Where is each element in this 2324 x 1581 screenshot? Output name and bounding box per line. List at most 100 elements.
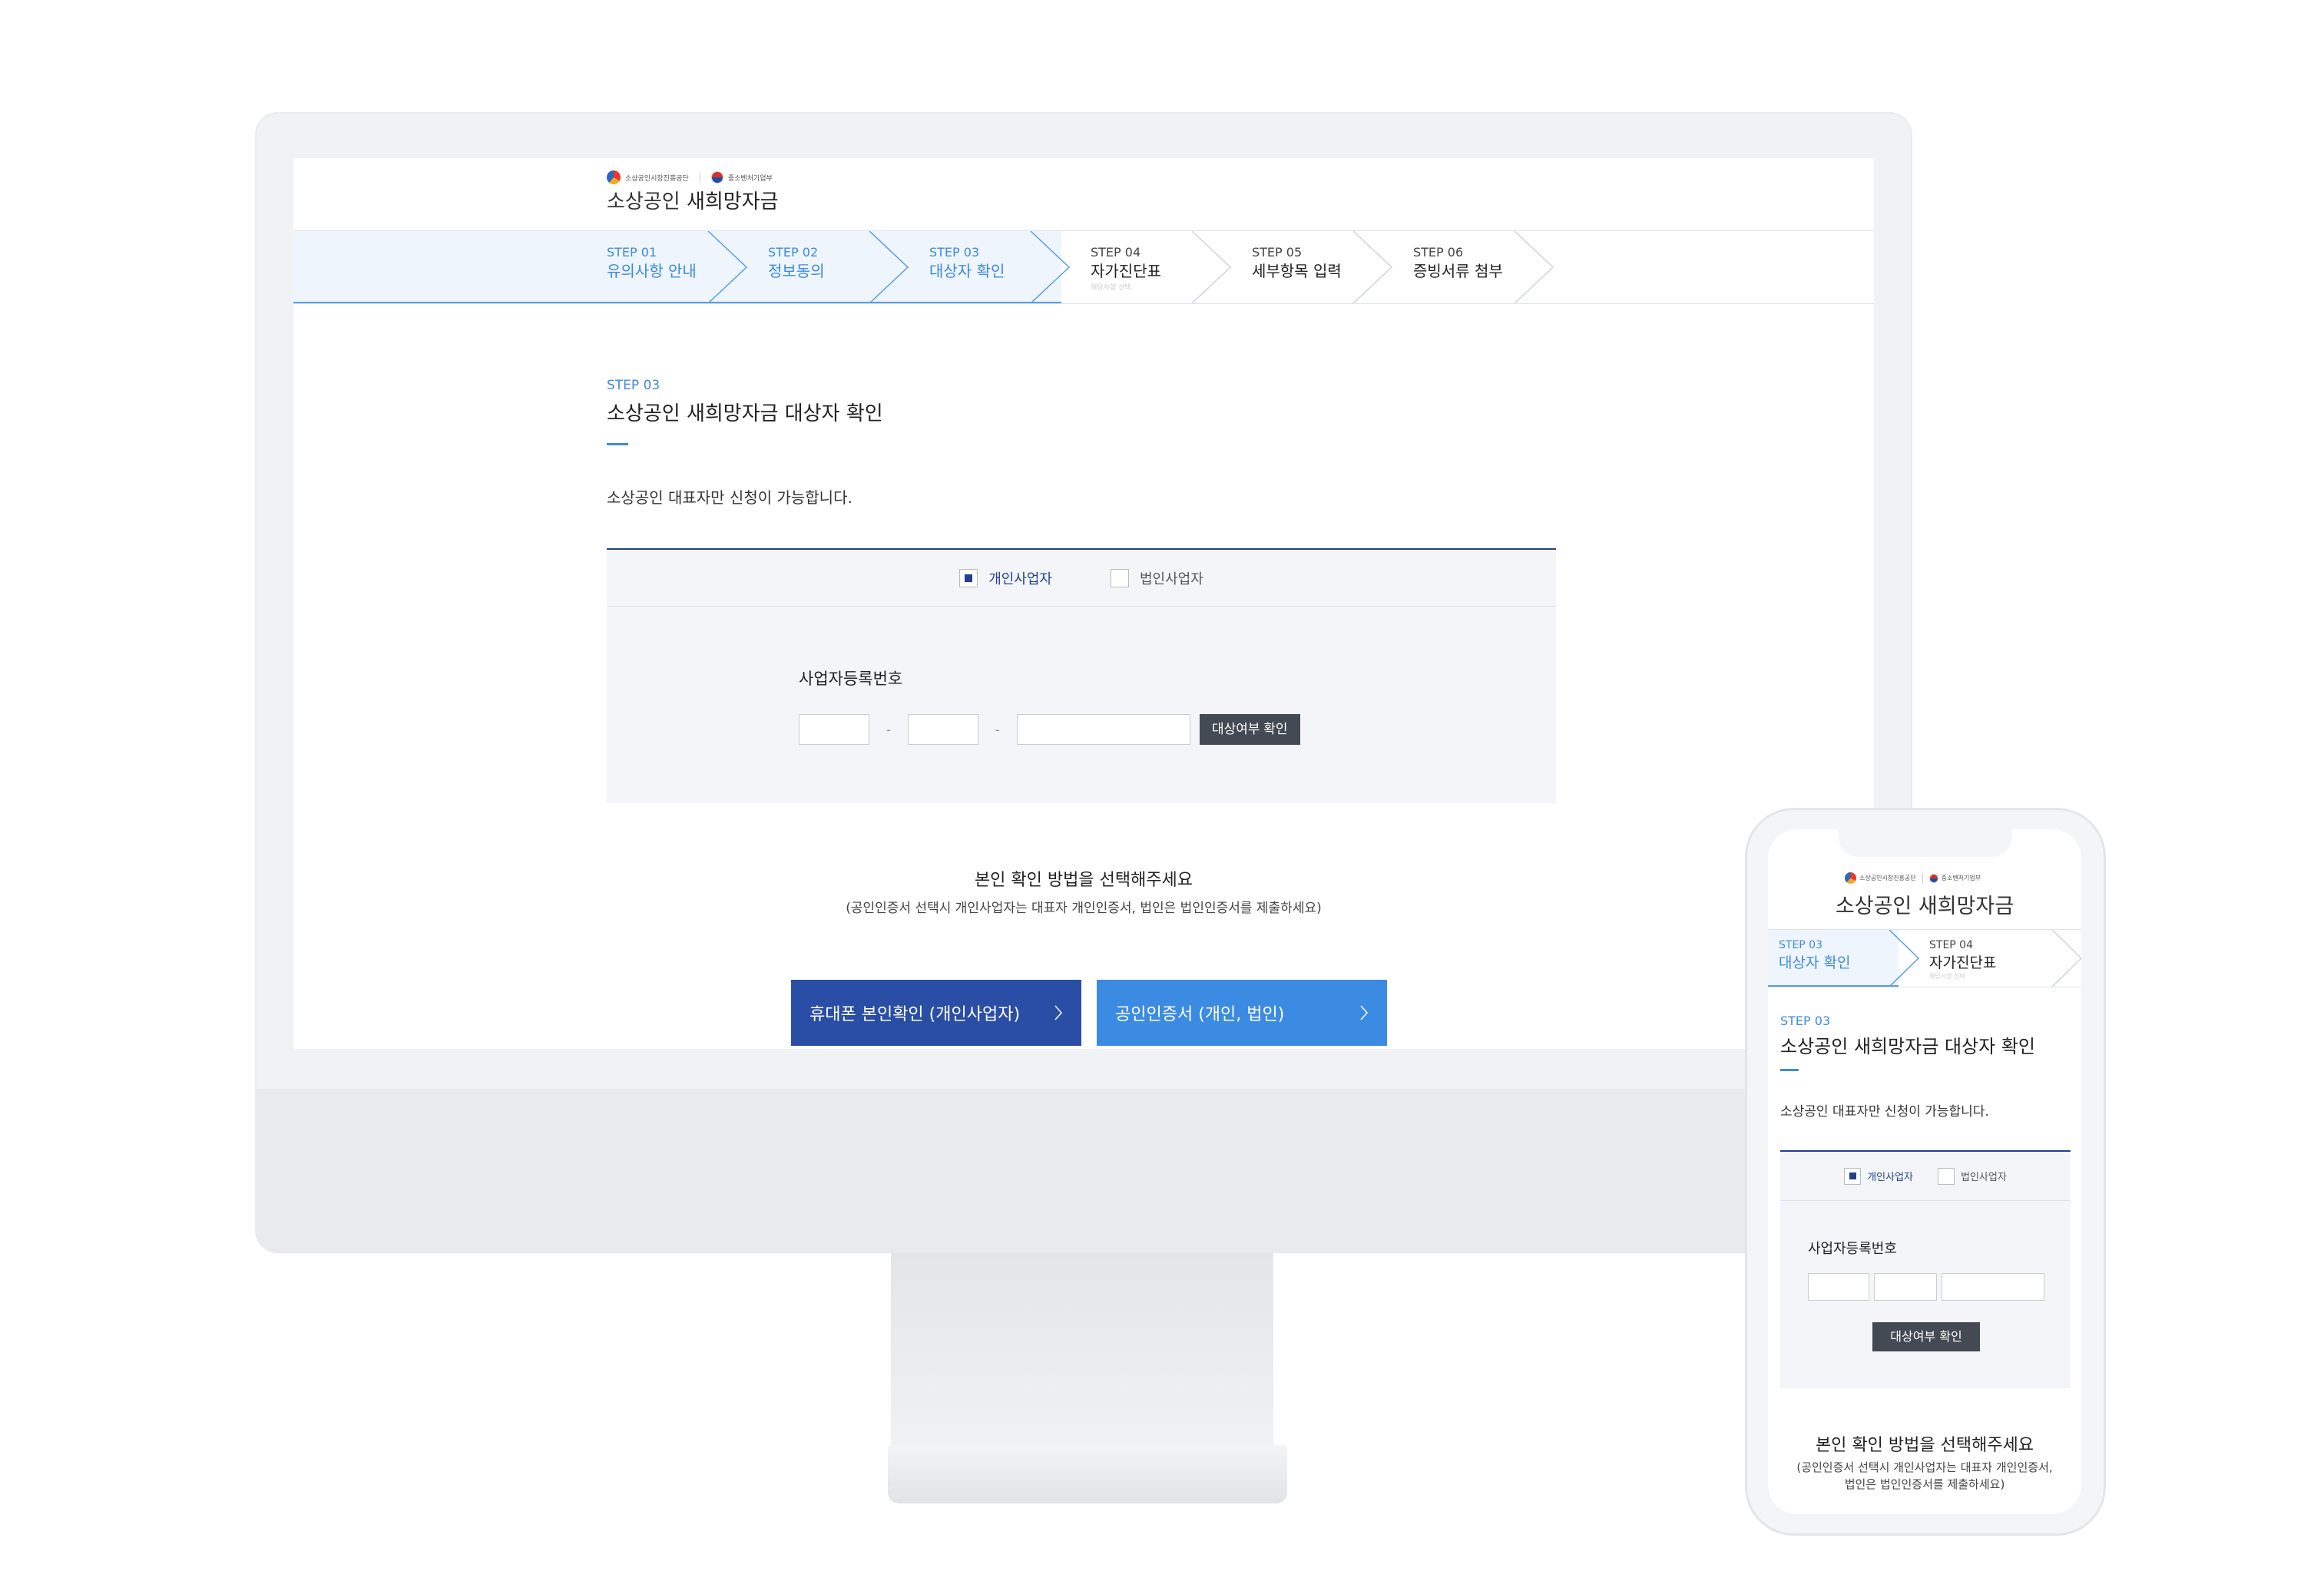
- mobile-section-header: STEP 03 소상공인 새희망자금 대상자 확인 소상공인 대표자만 신청이 …: [1780, 1014, 2072, 1120]
- checkbox-empty-icon: [1111, 568, 1129, 587]
- logo-divider: [1922, 872, 1923, 884]
- mobile-auth-note-line1: (공인인증서 선택시 개인사업자는 대표자 개인인증서,: [1796, 1460, 2053, 1474]
- mobile-business-type-corporate[interactable]: 법인사업자: [1938, 1167, 2007, 1185]
- step-1-label: 유의사항 안내: [607, 262, 697, 280]
- agency-emblem-icon: [607, 170, 621, 184]
- step-1-number: STEP 01: [607, 245, 657, 260]
- step-chevron-4: [1191, 231, 1232, 303]
- mobile-check-eligibility-button[interactable]: 대상여부 확인: [1872, 1322, 1980, 1351]
- mobile-auth-method-note: (공인인증서 선택시 개인사업자는 대표자 개인인증서, 법인은 법인인증서를 …: [1776, 1459, 2074, 1493]
- step-chevron-1: [707, 231, 748, 303]
- mobile-business-type-individual[interactable]: 개인사업자: [1844, 1167, 1913, 1185]
- step-6-label: 증빙서류 첨부: [1413, 262, 1503, 280]
- registration-number-part3[interactable]: [1017, 714, 1190, 745]
- step-chevron-6: [1514, 231, 1554, 303]
- mobile-site-title-part2: 새희망자금: [1918, 895, 2014, 918]
- step-4-sublabel: 해당사항 선택: [1091, 284, 1131, 292]
- mobile-screen: 소상공인시장진흥공단 중소벤처기업부 소상공인 새희망자금 STEP 03 대상…: [1768, 829, 2081, 1514]
- mobile-business-type-selector: 개인사업자 법인사업자: [1780, 1152, 2071, 1201]
- site-title-part1: 소상공인: [607, 190, 680, 213]
- checkbox-checked-icon: [1844, 1167, 1862, 1185]
- mobile-registration-number-label: 사업자등록번호: [1808, 1241, 1897, 1257]
- auth-method-note: (공인인증서 선택시 개인사업자는 대표자 개인인증서, 법인은 법인인증서를 …: [846, 901, 1322, 916]
- mobile-section-description: 소상공인 대표자만 신청이 가능합니다.: [1780, 1104, 1989, 1120]
- mobile-site-title-part1: 소상공인: [1835, 895, 1912, 918]
- step-chevron-2: [869, 231, 909, 303]
- mobile-registration-number-part2[interactable]: [1874, 1273, 1937, 1301]
- step-5-number: STEP 05: [1252, 245, 1303, 260]
- mobile-step-3-number: STEP 03: [1779, 939, 1822, 951]
- phone-verification-button[interactable]: 휴대폰 본인확인 (개인사업자): [791, 980, 1081, 1046]
- mobile-auth-note-line2: 법인은 법인인증서를 제출하세요): [1844, 1477, 2005, 1491]
- mobile-org-logos: 소상공인시장진흥공단 중소벤처기업부: [1845, 872, 1981, 884]
- agency-logo[interactable]: 소상공인시장진흥공단: [607, 170, 689, 184]
- business-type-individual[interactable]: 개인사업자: [959, 568, 1052, 588]
- site-title[interactable]: 소상공인 새희망자금: [607, 186, 779, 214]
- phone-verification-label: 휴대폰 본인확인 (개인사업자): [809, 1005, 1021, 1024]
- section-title: 소상공인 새희망자금 대상자 확인: [607, 402, 883, 425]
- step-chevron-5: [1352, 231, 1393, 303]
- mobile-notch: [1839, 829, 2012, 857]
- registration-dash-1: -: [886, 722, 891, 737]
- mobile-registration-number-part1[interactable]: [1808, 1273, 1869, 1301]
- business-type-corporate-label: 법인사업자: [1140, 571, 1203, 587]
- section-title-underline: [607, 443, 628, 445]
- step-chevron-3: [1030, 231, 1071, 303]
- step-progress: STEP 01 유의사항 안내 STEP 02 정보동의 STEP 03 대상자…: [293, 230, 1874, 304]
- registration-number-row: - - 대상여부 확인: [799, 714, 1300, 745]
- mobile-step-4-sublabel: 해당사항 선택: [1929, 973, 1965, 980]
- mobile-section-title-underline: [1780, 1069, 1799, 1071]
- step-5-label: 세부항목 입력: [1252, 262, 1342, 280]
- step-6[interactable]: STEP 06 증빙서류 첨부: [1413, 245, 1503, 282]
- mobile-step-progress: STEP 03 대상자 확인 STEP 04 자가진단표 해당사항 선택: [1768, 929, 2081, 987]
- certificate-auth-button[interactable]: 공인인증서 (개인, 법인): [1097, 980, 1387, 1046]
- mobile-registration-number-part3[interactable]: [1942, 1273, 2044, 1301]
- ministry-logo[interactable]: 중소벤처기업부: [710, 171, 773, 184]
- business-type-corporate[interactable]: 법인사업자: [1111, 568, 1203, 588]
- chevron-right-icon: [1054, 1005, 1063, 1020]
- mobile-registration-number-row: [1808, 1273, 2044, 1301]
- ministry-name: 중소벤처기업부: [727, 174, 773, 183]
- step-1[interactable]: STEP 01 유의사항 안내: [607, 245, 697, 282]
- registration-number-part2[interactable]: [908, 714, 978, 745]
- mobile-ministry-logo[interactable]: 중소벤처기업부: [1928, 873, 1981, 883]
- section-description: 소상공인 대표자만 신청이 가능합니다.: [607, 488, 852, 507]
- step-4-label: 자가진단표: [1091, 262, 1161, 280]
- step-2[interactable]: STEP 02 정보동의: [768, 245, 825, 282]
- desktop-monitor-stand: [891, 1253, 1273, 1445]
- taegeuk-icon: [710, 171, 723, 184]
- step-3-number: STEP 03: [929, 245, 980, 260]
- step-3[interactable]: STEP 03 대상자 확인: [929, 245, 1005, 282]
- step-6-number: STEP 06: [1413, 245, 1464, 260]
- mobile-step-3[interactable]: STEP 03 대상자 확인: [1779, 939, 1850, 972]
- mobile-step-4-number: STEP 04: [1929, 939, 1973, 951]
- business-type-selector: 개인사업자 법인사업자: [607, 550, 1556, 607]
- mobile-agency-logo[interactable]: 소상공인시장진흥공단: [1845, 872, 1916, 884]
- mobile-step-3-label: 대상자 확인: [1779, 954, 1851, 971]
- mobile-ministry-name: 중소벤처기업부: [1941, 875, 1981, 881]
- mobile-agency-name: 소상공인시장진흥공단: [1859, 875, 1916, 881]
- step-4[interactable]: STEP 04 자가진단표 해당사항 선택: [1091, 245, 1161, 292]
- business-type-individual-label: 개인사업자: [988, 571, 1052, 587]
- mobile-business-verification-panel: 개인사업자 법인사업자 사업자등록번호 대상여부 확인: [1780, 1150, 2071, 1388]
- business-verification-panel: 개인사업자 법인사업자 사업자등록번호 - - 대상여부 확인: [607, 548, 1556, 803]
- certificate-auth-label: 공인인증서 (개인, 법인): [1115, 1005, 1285, 1024]
- mobile-step-4[interactable]: STEP 04 자가진단표 해당사항 선택: [1929, 939, 1996, 981]
- registration-dash-2: -: [995, 722, 1000, 737]
- site-title-part2: 새희망자금: [686, 190, 779, 213]
- registration-number-part1[interactable]: [799, 714, 869, 745]
- check-eligibility-button[interactable]: 대상여부 확인: [1200, 714, 1300, 745]
- section-step: STEP 03: [607, 378, 660, 393]
- mobile-site-title[interactable]: 소상공인 새희망자금: [1768, 889, 2081, 919]
- auth-method-title: 본인 확인 방법을 선택해주세요: [974, 871, 1193, 890]
- mobile-step-4-label: 자가진단표: [1929, 954, 1997, 971]
- step-5[interactable]: STEP 05 세부항목 입력: [1252, 245, 1342, 282]
- desktop-monitor-base: [888, 1445, 1287, 1503]
- org-logos: 소상공인시장진흥공단 중소벤처기업부: [607, 170, 773, 184]
- step-2-label: 정보동의: [768, 262, 825, 280]
- step-3-label: 대상자 확인: [929, 262, 1005, 280]
- checkbox-checked-icon: [959, 568, 978, 587]
- mobile-section-title: 소상공인 새희망자금 대상자 확인: [1780, 1036, 2036, 1057]
- taegeuk-icon: [1928, 873, 1938, 883]
- registration-number-label: 사업자등록번호: [799, 670, 903, 688]
